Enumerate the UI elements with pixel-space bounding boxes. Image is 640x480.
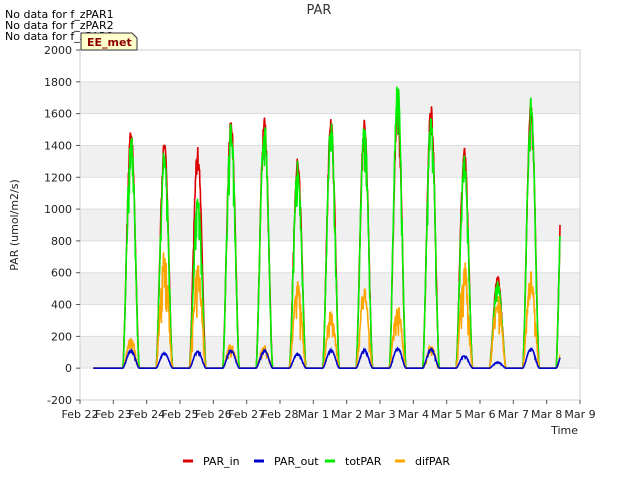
y-tick-label: 200 bbox=[51, 330, 72, 343]
y-tick-label: 1800 bbox=[44, 76, 72, 89]
x-tick-label: Mar 9 bbox=[564, 408, 595, 421]
x-tick-label: Feb 27 bbox=[228, 408, 265, 421]
x-tick-label: Feb 22 bbox=[62, 408, 99, 421]
background-band bbox=[80, 272, 580, 305]
x-tick-label: Mar 5 bbox=[431, 408, 462, 421]
x-axis-ticks: Feb 22Feb 23Feb 24Feb 25Feb 26Feb 27Feb … bbox=[62, 400, 596, 421]
legend: PAR_in PAR_out totPAR difPAR bbox=[183, 455, 450, 468]
x-tick-label: Mar 3 bbox=[364, 408, 395, 421]
legend-label: difPAR bbox=[415, 455, 450, 468]
y-tick-label: 800 bbox=[51, 235, 72, 248]
x-tick-label: Mar 1 bbox=[298, 408, 329, 421]
y-tick-label: 1000 bbox=[44, 203, 72, 216]
x-tick-label: Mar 7 bbox=[498, 408, 529, 421]
x-tick-label: Mar 6 bbox=[464, 408, 495, 421]
x-tick-label: Feb 23 bbox=[95, 408, 132, 421]
y-tick-label: -200 bbox=[47, 394, 72, 407]
background-band bbox=[80, 209, 580, 241]
y-tick-label: 1200 bbox=[44, 171, 72, 184]
y-tick-label: 1600 bbox=[44, 108, 72, 121]
x-tick-label: Mar 8 bbox=[531, 408, 562, 421]
par-chart: -200 0 200 400 600 800 1000 1200 1400 1600 1800 200… bbox=[8, 3, 596, 468]
legend-label: totPAR bbox=[345, 455, 382, 468]
y-tick-label: 1400 bbox=[44, 139, 72, 152]
ee-met-tag-label: EE_met bbox=[87, 36, 132, 49]
x-tick-label: Mar 4 bbox=[398, 408, 429, 421]
chart-title: PAR bbox=[307, 3, 332, 18]
x-tick-label: Feb 25 bbox=[162, 408, 199, 421]
x-tick-label: Feb 24 bbox=[128, 408, 165, 421]
x-tick-label: Feb 26 bbox=[195, 408, 232, 421]
x-tick-label: Mar 2 bbox=[331, 408, 362, 421]
ee-met-tag: EE_met bbox=[80, 32, 138, 51]
legend-label: PAR_in bbox=[203, 455, 240, 468]
y-axis-ticks: -200 0 200 400 600 800 1000 1200 1400 1600 1800 200… bbox=[44, 44, 80, 407]
legend-label: PAR_out bbox=[274, 455, 319, 468]
y-tick-label: 400 bbox=[51, 299, 72, 312]
y-tick-label: 600 bbox=[51, 267, 72, 280]
background-band bbox=[80, 81, 580, 114]
y-tick-label: 2000 bbox=[44, 44, 72, 57]
y-axis-title: PAR (umol/m2/s) bbox=[8, 179, 21, 271]
y-tick-label: 0 bbox=[65, 362, 72, 375]
x-axis-title: Time bbox=[550, 424, 578, 437]
x-tick-label: Feb 28 bbox=[262, 408, 299, 421]
